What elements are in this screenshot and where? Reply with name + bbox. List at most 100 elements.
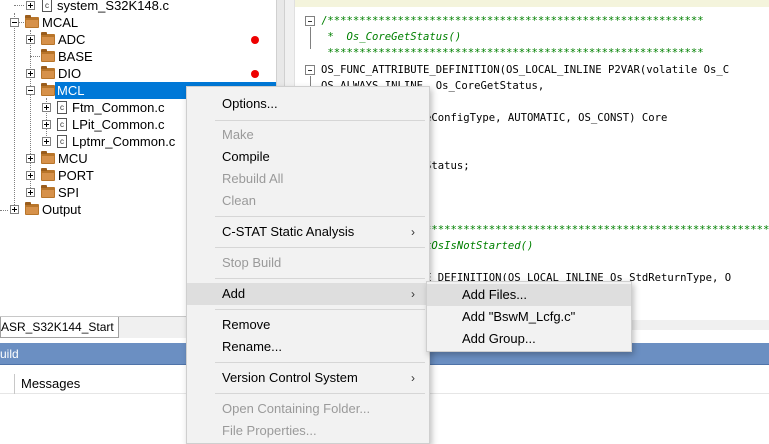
folder-icon [41, 83, 55, 96]
menu-item-label: C-STAT Static Analysis [222, 224, 355, 239]
menu-item-label: Remove [222, 317, 271, 332]
tree-item-label: DIO [58, 66, 82, 81]
expand-icon[interactable] [26, 171, 35, 180]
folder-icon [25, 15, 39, 28]
menu-item-stop-build[interactable]: Stop Build [187, 252, 429, 274]
tree-item-adc[interactable]: ADC [0, 31, 276, 48]
tree-item-label: LPit_Common.c [72, 117, 165, 132]
menu-item-rename[interactable]: Rename... [187, 336, 429, 358]
expand-icon[interactable] [42, 120, 51, 129]
tree-item-label: ADC [58, 32, 86, 47]
code-line: /***************************************… [321, 15, 704, 27]
menu-item-version-control[interactable]: Version Control System › [187, 367, 429, 389]
menu-item-label: Add Files... [462, 287, 528, 302]
menu-separator [215, 278, 425, 279]
c-file-icon: c [57, 118, 67, 131]
submenu-arrow-icon: › [411, 287, 415, 301]
folder-icon [41, 66, 55, 79]
tree-item-label: MCAL [42, 15, 79, 30]
menu-separator [215, 393, 425, 394]
tree-item-mcal[interactable]: MCAL [0, 14, 276, 31]
collapse-icon[interactable] [26, 86, 35, 95]
menu-item-label: Add Group... [462, 331, 536, 346]
menu-item-clean[interactable]: Clean [187, 190, 429, 212]
code-line: kOsIsNotStarted() [425, 240, 534, 252]
column-separator [14, 374, 15, 394]
code-line: OS_FUNC_ATTRIBUTE_DEFINITION(OS_LOCAL_IN… [321, 64, 730, 76]
menu-item-options[interactable]: Options... [187, 93, 429, 115]
context-menu: Options... Make Compile Rebuild All Clea… [186, 86, 430, 444]
menu-item-cstat[interactable]: C-STAT Static Analysis › [187, 221, 429, 243]
collapse-icon[interactable] [10, 18, 19, 27]
menu-item-label: Compile [222, 149, 270, 164]
menu-separator [215, 362, 425, 363]
fold-line [310, 27, 311, 49]
error-status-icon [251, 70, 259, 78]
menu-item-add-group[interactable]: Add Group... [427, 328, 631, 350]
tree-item-label: MCU [58, 151, 88, 166]
menu-separator [215, 216, 425, 217]
expand-icon[interactable] [10, 205, 19, 214]
tree-item-label: Output [42, 202, 82, 217]
expand-icon[interactable] [26, 35, 35, 44]
menu-item-label: Version Control System [222, 370, 358, 385]
c-file-icon: c [42, 0, 52, 12]
tree-item-label: BASE [58, 49, 93, 64]
menu-item-add-files[interactable]: Add Files... [427, 284, 631, 306]
fold-toggle-icon[interactable] [305, 16, 315, 26]
tree-item-dio[interactable]: DIO [0, 65, 276, 82]
menu-item-add-bswm-lcfg[interactable]: Add "BswM_Lcfg.c" [427, 306, 631, 328]
menu-item-file-properties[interactable]: File Properties... [187, 420, 429, 442]
expand-icon[interactable] [26, 69, 35, 78]
expand-icon[interactable] [26, 154, 35, 163]
menu-item-label: Make [222, 127, 254, 142]
menu-item-label: Add [222, 286, 246, 301]
tree-item-label: system_S32K148.c [57, 0, 170, 13]
error-status-icon [251, 36, 259, 44]
submenu-arrow-icon: › [411, 225, 415, 239]
tree-item-system-s32k148[interactable]: c system_S32K148.c [0, 0, 276, 14]
fold-toggle-icon[interactable] [305, 65, 315, 75]
expand-icon[interactable] [26, 188, 35, 197]
tree-item-base[interactable]: BASE [0, 48, 276, 65]
menu-item-remove[interactable]: Remove [187, 314, 429, 336]
menu-item-rebuild-all[interactable]: Rebuild All [187, 168, 429, 190]
menu-item-label: Options... [222, 96, 278, 111]
code-line: ****************************************… [425, 224, 769, 236]
build-panel-title: uild [0, 347, 19, 361]
menu-item-label: Clean [222, 193, 256, 208]
menu-separator [215, 309, 425, 310]
add-submenu: Add Files... Add "BswM_Lcfg.c" Add Group… [426, 281, 632, 352]
tree-item-label: SPI [58, 185, 79, 200]
code-line: eConfigType, AUTOMATIC, OS_CONST) Core [425, 112, 668, 124]
folder-icon [41, 151, 55, 164]
code-line: * Os_CoreGetStatus() [321, 31, 462, 43]
c-file-icon: c [57, 101, 67, 114]
menu-item-make[interactable]: Make [187, 124, 429, 146]
menu-item-label: Add "BswM_Lcfg.c" [462, 309, 576, 324]
menu-item-compile[interactable]: Compile [187, 146, 429, 168]
tree-item-label: PORT [58, 168, 94, 183]
expand-icon[interactable] [26, 1, 35, 10]
folder-icon [41, 185, 55, 198]
menu-separator [215, 247, 425, 248]
c-file-icon: c [57, 135, 67, 148]
menu-item-label: Rename... [222, 339, 282, 354]
editor-margin-strip [285, 0, 769, 7]
submenu-arrow-icon: › [411, 371, 415, 385]
menu-item-label: Rebuild All [222, 171, 284, 186]
workspace-tab[interactable]: ASR_S32K144_Start [0, 317, 119, 338]
folder-icon [41, 168, 55, 181]
menu-item-label: Open Containing Folder... [222, 401, 371, 416]
messages-column-label: Messages [21, 376, 81, 391]
folder-icon [41, 49, 55, 62]
folder-icon [41, 32, 55, 45]
tree-item-label: Lptmr_Common.c [72, 134, 176, 149]
menu-item-label: Stop Build [222, 255, 282, 270]
code-line: ****************************************… [321, 47, 704, 59]
menu-item-add[interactable]: Add › [187, 283, 429, 305]
expand-icon[interactable] [42, 103, 51, 112]
menu-item-open-containing-folder[interactable]: Open Containing Folder... [187, 398, 429, 420]
folder-icon [25, 202, 39, 215]
expand-icon[interactable] [42, 137, 51, 146]
